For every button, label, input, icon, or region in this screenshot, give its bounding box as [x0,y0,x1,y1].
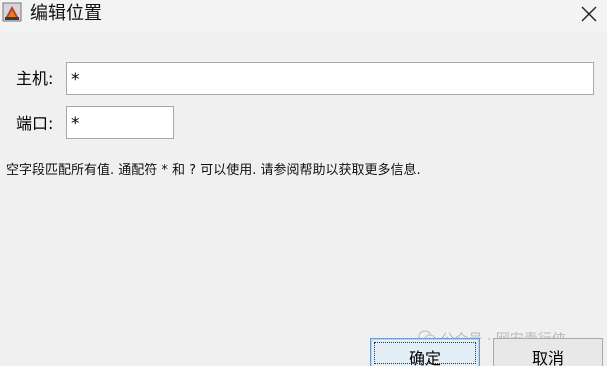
title-bar: 编辑位置 [0,0,607,32]
close-button[interactable] [577,2,601,26]
ok-button-label: 确定 [408,349,441,366]
edit-location-dialog: 编辑位置 主机: 端口: 空字段匹配所有值. 通配符 * 和 ? 可以使用. 请… [0,0,607,366]
window-title: 编辑位置 [30,3,102,24]
host-input[interactable] [66,62,594,95]
java-app-icon [2,1,22,23]
wildcard-hint-text: 空字段匹配所有值. 通配符 * 和 ? 可以使用. 请参阅帮助以获取更多信息. [6,163,421,178]
port-input[interactable] [66,106,174,139]
cancel-button[interactable]: 取消 [493,338,603,366]
ok-button[interactable]: 确定 [370,338,480,366]
close-icon [581,6,597,22]
port-label: 端口: [16,114,54,133]
cancel-button-label: 取消 [531,349,564,366]
host-label: 主机: [16,69,54,88]
